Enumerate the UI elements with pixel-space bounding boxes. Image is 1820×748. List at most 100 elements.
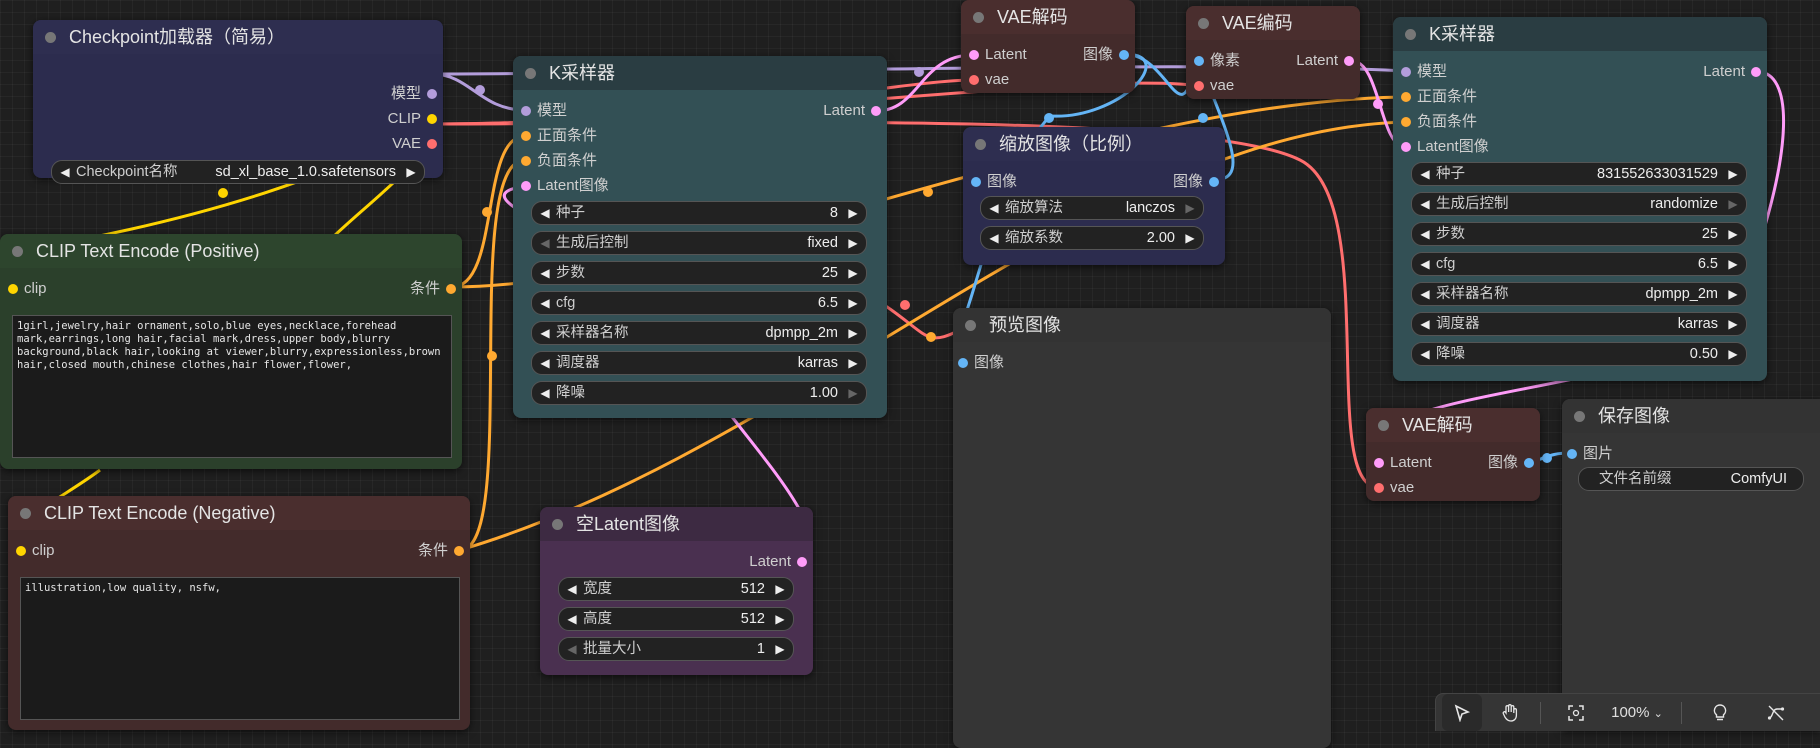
input-vae[interactable]: vae bbox=[969, 71, 1009, 89]
scale-by-widget[interactable]: ◀ 缩放系数 2.00 ▶ bbox=[980, 226, 1204, 250]
port-dot-icon[interactable] bbox=[1344, 56, 1354, 66]
node-title-bar[interactable]: 缩放图像（比例） bbox=[963, 127, 1225, 161]
increment-arrow-icon[interactable]: ▶ bbox=[846, 382, 860, 404]
output-image[interactable]: 图像 bbox=[1488, 454, 1534, 472]
port-dot-icon[interactable] bbox=[971, 177, 981, 187]
port-dot-icon[interactable] bbox=[871, 106, 881, 116]
node-title-bar[interactable]: VAE解码 bbox=[1366, 408, 1540, 442]
control-after-generate-widget[interactable]: ◀ 生成后控制 randomize ▶ bbox=[1411, 192, 1747, 216]
port-dot-icon[interactable] bbox=[427, 89, 437, 99]
decrement-arrow-icon[interactable]: ◀ bbox=[538, 322, 552, 344]
height-widget[interactable]: ◀ 高度 512 ▶ bbox=[558, 607, 794, 631]
denoise-widget[interactable]: ◀ 降噪 0.50 ▶ bbox=[1411, 342, 1747, 366]
decrement-arrow-icon[interactable]: ◀ bbox=[987, 227, 1001, 249]
increment-arrow-icon[interactable]: ▶ bbox=[773, 608, 787, 630]
input-vae[interactable]: vae bbox=[1194, 77, 1234, 95]
node-title-bar[interactable]: VAE解码 bbox=[961, 0, 1135, 34]
decrement-arrow-icon[interactable]: ◀ bbox=[538, 262, 552, 284]
decrement-arrow-icon[interactable]: ◀ bbox=[58, 161, 72, 183]
checkpoint-name-widget[interactable]: ◀ Checkpoint名称 sd_xl_base_1.0.safetensors ▶ bbox=[51, 160, 425, 184]
port-dot-icon[interactable] bbox=[427, 114, 437, 124]
node-title-bar[interactable]: CLIP Text Encode (Negative) bbox=[8, 496, 470, 530]
input-clip[interactable]: clip bbox=[8, 280, 47, 298]
port-dot-icon[interactable] bbox=[1194, 81, 1204, 91]
collapse-dot-icon[interactable] bbox=[973, 12, 984, 23]
increment-arrow-icon[interactable]: ▶ bbox=[846, 262, 860, 284]
input-negative[interactable]: 负面条件 bbox=[1401, 113, 1477, 131]
port-dot-icon[interactable] bbox=[521, 156, 531, 166]
collapse-dot-icon[interactable] bbox=[45, 32, 56, 43]
input-latent[interactable]: Latent图像 bbox=[521, 177, 609, 195]
collapse-dot-icon[interactable] bbox=[975, 139, 986, 150]
decrement-arrow-icon[interactable]: ◀ bbox=[538, 292, 552, 314]
port-dot-icon[interactable] bbox=[1524, 458, 1534, 468]
decrement-arrow-icon[interactable]: ◀ bbox=[1418, 253, 1432, 275]
decrement-arrow-icon[interactable]: ◀ bbox=[538, 232, 552, 254]
port-dot-icon[interactable] bbox=[446, 284, 456, 294]
batch-size-widget[interactable]: ◀ 批量大小 1 ▶ bbox=[558, 637, 794, 661]
preview-image-node[interactable]: 预览图像 图像 bbox=[953, 308, 1331, 748]
port-dot-icon[interactable] bbox=[1209, 177, 1219, 187]
decrement-arrow-icon[interactable]: ◀ bbox=[1418, 163, 1432, 185]
collapse-dot-icon[interactable] bbox=[12, 246, 23, 257]
input-pixels[interactable]: 像素 bbox=[1194, 52, 1240, 70]
port-dot-icon[interactable] bbox=[1374, 483, 1384, 493]
input-model[interactable]: 模型 bbox=[521, 102, 567, 120]
output-image[interactable]: 图像 bbox=[1173, 173, 1219, 191]
control-after-generate-widget[interactable]: ◀ 生成后控制 fixed ▶ bbox=[531, 231, 867, 255]
port-dot-icon[interactable] bbox=[521, 131, 531, 141]
node-title-bar[interactable]: 预览图像 bbox=[953, 308, 1331, 342]
node-title-bar[interactable]: Checkpoint加载器（简易） bbox=[33, 20, 443, 54]
increment-arrow-icon[interactable]: ▶ bbox=[773, 578, 787, 600]
port-dot-icon[interactable] bbox=[521, 106, 531, 116]
bulb-icon[interactable] bbox=[1700, 694, 1740, 731]
denoise-widget[interactable]: ◀ 降噪 1.00 ▶ bbox=[531, 381, 867, 405]
steps-widget[interactable]: ◀ 步数 25 ▶ bbox=[531, 261, 867, 285]
vae-encode-node[interactable]: VAE编码 像素 vae Latent bbox=[1186, 6, 1360, 99]
node-title-bar[interactable]: K采样器 bbox=[513, 56, 887, 90]
decrement-arrow-icon[interactable]: ◀ bbox=[1418, 223, 1432, 245]
output-latent[interactable]: Latent bbox=[1703, 63, 1761, 81]
increment-arrow-icon[interactable]: ▶ bbox=[404, 161, 418, 183]
port-dot-icon[interactable] bbox=[16, 546, 26, 556]
filename-prefix-widget[interactable]: 文件名前缀 ComfyUI bbox=[1578, 467, 1804, 491]
input-image[interactable]: 图像 bbox=[971, 173, 1017, 191]
input-latent[interactable]: Latent bbox=[1374, 454, 1432, 472]
node-title-bar[interactable]: CLIP Text Encode (Positive) bbox=[0, 234, 462, 268]
seed-widget[interactable]: ◀ 种子 831552633031529 ▶ bbox=[1411, 162, 1747, 186]
collapse-dot-icon[interactable] bbox=[1405, 29, 1416, 40]
collapse-dot-icon[interactable] bbox=[525, 68, 536, 79]
port-dot-icon[interactable] bbox=[969, 50, 979, 60]
upscale-method-widget[interactable]: ◀ 缩放算法 lanczos ▶ bbox=[980, 196, 1204, 220]
increment-arrow-icon[interactable]: ▶ bbox=[846, 352, 860, 374]
port-dot-icon[interactable] bbox=[1751, 67, 1761, 77]
ksampler-refine-node[interactable]: K采样器 模型 正面条件 负面条件 Latent图像 Latent ◀ 种子 831… bbox=[1393, 17, 1767, 381]
port-dot-icon[interactable] bbox=[1567, 449, 1577, 459]
output-image[interactable]: 图像 bbox=[1083, 46, 1129, 64]
increment-arrow-icon[interactable]: ▶ bbox=[1726, 283, 1740, 305]
input-clip[interactable]: clip bbox=[16, 542, 55, 560]
port-dot-icon[interactable] bbox=[521, 181, 531, 191]
decrement-arrow-icon[interactable]: ◀ bbox=[565, 638, 579, 660]
increment-arrow-icon[interactable]: ▶ bbox=[1726, 193, 1740, 215]
input-image[interactable]: 图像 bbox=[958, 354, 1004, 372]
seed-widget[interactable]: ◀ 种子 8 ▶ bbox=[531, 201, 867, 225]
input-negative[interactable]: 负面条件 bbox=[521, 152, 597, 170]
output-latent[interactable]: Latent bbox=[1296, 52, 1354, 70]
zoom-dropdown[interactable]: 100% ⌄ bbox=[1602, 694, 1672, 731]
increment-arrow-icon[interactable]: ▶ bbox=[1183, 197, 1197, 219]
input-positive[interactable]: 正面条件 bbox=[521, 127, 597, 145]
collapse-dot-icon[interactable] bbox=[1198, 18, 1209, 29]
scheduler-widget[interactable]: ◀ 调度器 karras ▶ bbox=[1411, 312, 1747, 336]
increment-arrow-icon[interactable]: ▶ bbox=[1726, 223, 1740, 245]
increment-arrow-icon[interactable]: ▶ bbox=[846, 292, 860, 314]
cfg-widget[interactable]: ◀ cfg 6.5 ▶ bbox=[531, 291, 867, 315]
port-dot-icon[interactable] bbox=[958, 358, 968, 368]
port-dot-icon[interactable] bbox=[1194, 56, 1204, 66]
prompt-textarea[interactable]: illustration,low quality, nsfw, bbox=[20, 577, 460, 720]
increment-arrow-icon[interactable]: ▶ bbox=[846, 202, 860, 224]
port-dot-icon[interactable] bbox=[454, 546, 464, 556]
fit-view-icon[interactable] bbox=[1556, 694, 1596, 731]
increment-arrow-icon[interactable]: ▶ bbox=[846, 232, 860, 254]
increment-arrow-icon[interactable]: ▶ bbox=[773, 638, 787, 660]
